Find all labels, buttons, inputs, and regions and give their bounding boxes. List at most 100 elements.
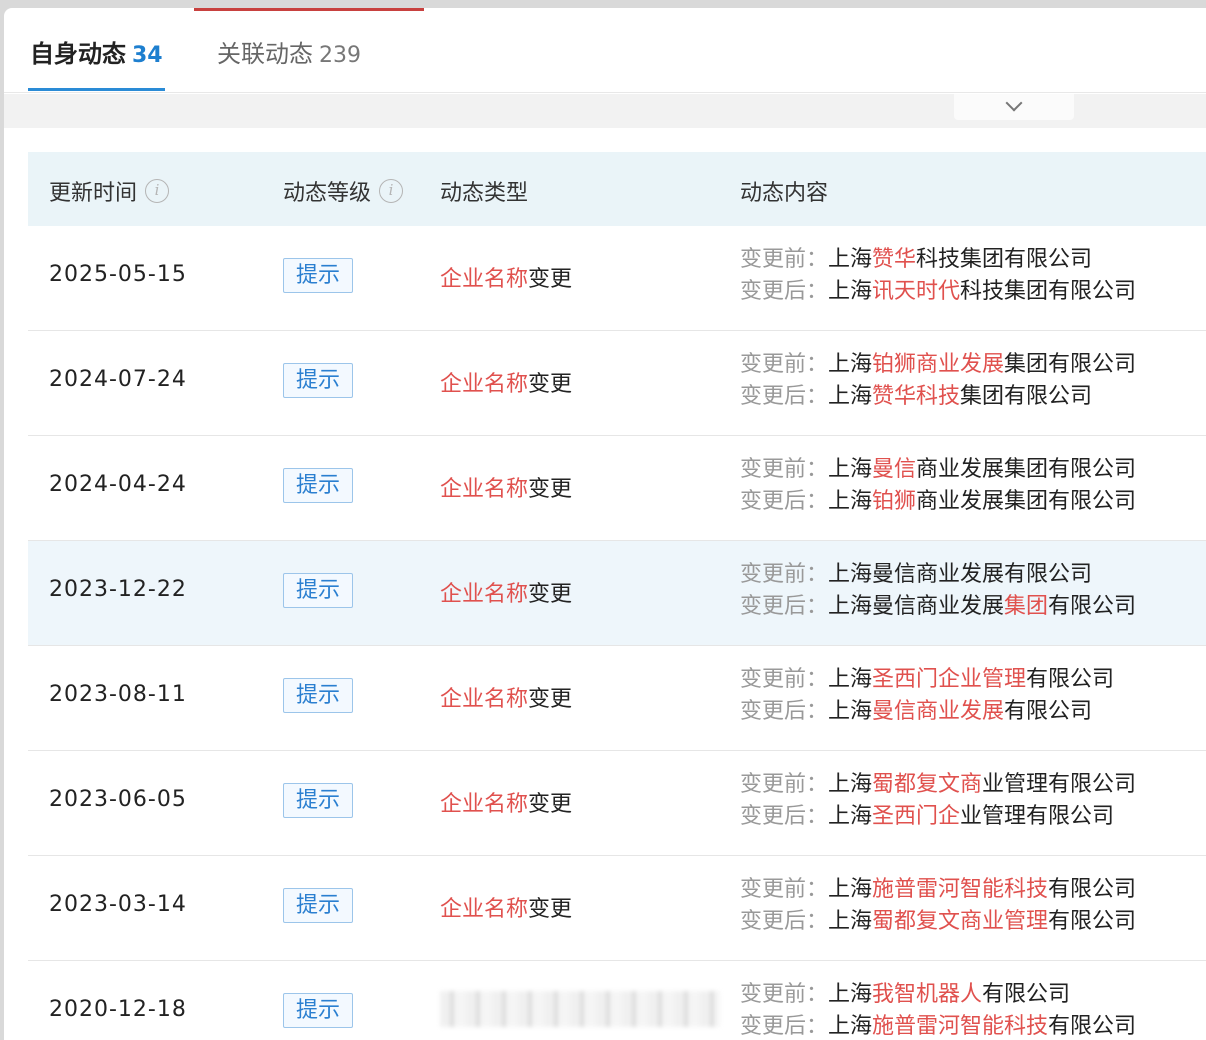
after-line: 变更后：上海铂狮商业发展集团有限公司 [740, 486, 1136, 518]
info-icon[interactable]: i [145, 179, 170, 203]
tab-bar: 自身动态 34 关联动态 239 [4, 8, 1206, 93]
update-type-part: 企业名称 [440, 687, 529, 712]
after-line: 变更后：上海蜀都复文商业管理有限公司 [740, 906, 1136, 938]
chevron-down-icon [1005, 94, 1023, 112]
update-type-part: 变更 [528, 792, 573, 817]
before-name-part: 我智机器人 [872, 982, 983, 1007]
after-name-part: 赞华科技 [872, 384, 961, 409]
header-level: 动态等级 i [283, 175, 404, 207]
after-name-part: 上海 [828, 384, 873, 409]
after-name-part: 曼信商业发展 [872, 699, 1005, 724]
after-name-part: 有限公司 [1048, 594, 1137, 619]
header-update-time-label: 更新时间 [49, 181, 138, 206]
table-row[interactable]: 2023-03-14 提示 企业名称变更 变更前：上海施普雷河智能科技有限公司 变更后：… [28, 856, 1206, 961]
after-line: 变更后：上海施普雷河智能科技有限公司 [740, 1011, 1136, 1040]
table-row[interactable]: 2023-12-22 提示 企业名称变更 变更前：上海曼信商业发展有限公司 变更后：上海… [28, 541, 1206, 646]
after-name-part: 蜀都复文商业管理 [872, 909, 1049, 934]
update-type: 企业名称变更 [440, 681, 572, 713]
after-name-part: 业管理有限公司 [960, 804, 1115, 829]
after-name-part: 施普雷河智能科技 [872, 1014, 1049, 1039]
tab-related-updates[interactable]: 关联动态 239 [217, 34, 361, 69]
before-label: 变更前： [740, 667, 829, 692]
header-content-label: 动态内容 [740, 181, 829, 206]
update-content: 变更前：上海蜀都复文商业管理有限公司 变更后：上海圣西门企业管理有限公司 [740, 769, 1136, 833]
update-type-part: 企业名称 [440, 477, 529, 502]
before-label: 变更前： [740, 982, 829, 1007]
tab-self-updates[interactable]: 自身动态 34 [30, 34, 163, 69]
level-badge: 提示 [283, 888, 353, 923]
after-line: 变更后：上海曼信商业发展集团有限公司 [740, 591, 1136, 623]
update-date: 2024-07-24 [49, 367, 187, 392]
before-name-part: 赞华 [872, 247, 917, 272]
after-name-part: 有限公司 [1004, 699, 1093, 724]
before-name-part: 施普雷河智能科技 [872, 877, 1049, 902]
before-name-part: 上海 [828, 877, 873, 902]
table-row[interactable]: 2025-05-15 提示 企业名称变更 变更前：上海赞华科技集团有限公司 变更后：上海… [28, 226, 1206, 331]
before-name-part: 业管理有限公司 [982, 772, 1137, 797]
update-type: 企业名称变更 [440, 891, 572, 923]
after-name-part: 商业发展集团有限公司 [916, 489, 1137, 514]
table-row[interactable]: 2024-04-24 提示 企业名称变更 变更前：上海曼信商业发展集团有限公司 变更后：… [28, 436, 1206, 541]
level-badge: 提示 [283, 363, 353, 398]
after-name-part: 有限公司 [1048, 1014, 1137, 1039]
update-type: 企业名称变更 [440, 786, 572, 818]
header-level-label: 动态等级 [283, 181, 372, 206]
after-label: 变更后： [740, 594, 829, 619]
before-name-part: 曼信 [872, 457, 917, 482]
update-type-part: 变更 [528, 372, 573, 397]
before-name-part: 上海 [828, 352, 873, 377]
before-line: 变更前：上海圣西门企业管理有限公司 [740, 664, 1114, 696]
update-content: 变更前：上海赞华科技集团有限公司 变更后：上海讯天时代科技集团有限公司 [740, 244, 1136, 308]
update-type: 企业名称变更 [440, 261, 572, 293]
before-name-part: 上海 [828, 667, 873, 692]
before-name-part: 上海 [828, 247, 873, 272]
info-icon[interactable]: i [379, 179, 404, 203]
table-row[interactable]: 2023-06-05 提示 企业名称变更 变更前：上海蜀都复文商业管理有限公司 变更后：… [28, 751, 1206, 856]
before-name-part: 有限公司 [1048, 877, 1137, 902]
before-name-part: 蜀都复文商 [872, 772, 983, 797]
table-row[interactable]: 2023-08-11 提示 企业名称变更 变更前：上海圣西门企业管理有限公司 变更后：上… [28, 646, 1206, 751]
after-line: 变更后：上海曼信商业发展有限公司 [740, 696, 1114, 728]
after-label: 变更后： [740, 384, 829, 409]
update-date: 2023-08-11 [49, 682, 187, 707]
before-name-part: 上海 [828, 772, 873, 797]
header-content: 动态内容 [740, 175, 828, 207]
before-name-part: 有限公司 [1026, 667, 1115, 692]
header-type-label: 动态类型 [440, 181, 529, 206]
after-label: 变更后： [740, 909, 829, 934]
update-date: 2025-05-15 [49, 262, 187, 287]
table-row[interactable]: 2024-07-24 提示 企业名称变更 变更前：上海铂狮商业发展集团有限公司 变更后：… [28, 331, 1206, 436]
table-row[interactable]: 2020-12-18 提示 变更前：上海我智机器人有限公司 变更后：上海施普雷河智能科… [28, 961, 1206, 1040]
after-name-part: 上海 [828, 909, 873, 934]
after-name-part: 科技集团有限公司 [960, 279, 1137, 304]
level-badge: 提示 [283, 573, 353, 608]
tab-related-updates-label: 关联动态 [217, 40, 313, 68]
before-name-part: 铂狮商业发展 [872, 352, 1005, 377]
after-name-part: 上海 [828, 279, 873, 304]
level-badge: 提示 [283, 783, 353, 818]
expand-filter-button[interactable] [954, 94, 1074, 120]
after-name-part: 上海曼信商业发展 [828, 594, 1005, 619]
level-badge: 提示 [283, 468, 353, 503]
before-line: 变更前：上海曼信商业发展集团有限公司 [740, 454, 1136, 486]
tab-self-updates-count: 34 [132, 43, 163, 68]
after-name-part: 上海 [828, 489, 873, 514]
update-type-part: 变更 [528, 477, 573, 502]
active-tab-underline [28, 88, 165, 91]
after-name-part: 圣西门企 [872, 804, 961, 829]
update-type: 企业名称变更 [440, 366, 572, 398]
before-label: 变更前： [740, 457, 829, 482]
before-name-part: 上海曼信商业发展有限公司 [828, 562, 1093, 587]
blurred-type-placeholder [440, 991, 720, 1027]
after-label: 变更后： [740, 279, 829, 304]
before-label: 变更前： [740, 877, 829, 902]
after-name-part: 讯天时代 [872, 279, 961, 304]
before-name-part: 商业发展集团有限公司 [916, 457, 1137, 482]
after-name-part: 上海 [828, 804, 873, 829]
after-line: 变更后：上海圣西门企业管理有限公司 [740, 801, 1136, 833]
before-line: 变更前：上海曼信商业发展有限公司 [740, 559, 1136, 591]
after-label: 变更后： [740, 1014, 829, 1039]
update-content: 变更前：上海施普雷河智能科技有限公司 变更后：上海蜀都复文商业管理有限公司 [740, 874, 1136, 938]
after-name-part: 铂狮 [872, 489, 917, 514]
after-name-part: 上海 [828, 1014, 873, 1039]
